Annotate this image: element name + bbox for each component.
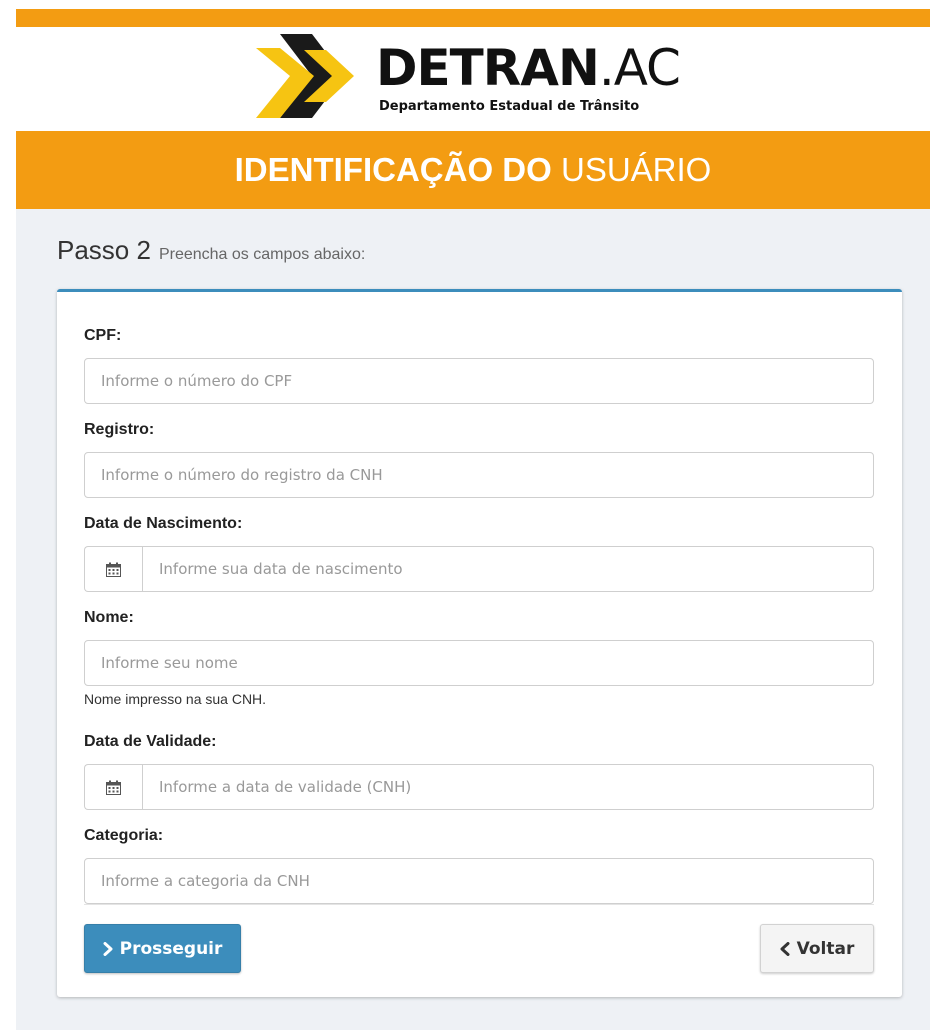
categoria-label: Categoria:	[84, 827, 164, 844]
brand-name-suffix: .AC	[598, 39, 681, 97]
nome-field-group: Nome:	[84, 608, 874, 686]
form-panel: CPF: Registro: Data de Nascimento:	[57, 289, 902, 997]
header-logo-area: DETRAN.AC Departamento Estadual de Trâns…	[16, 27, 930, 131]
validade-label: Data de Validade:	[84, 733, 217, 750]
nome-label: Nome:	[84, 609, 134, 626]
calendar-icon[interactable]	[84, 764, 142, 810]
nascimento-input[interactable]	[142, 546, 874, 592]
nome-help-text: Nome impresso na sua CNH.	[84, 691, 267, 707]
form-divider	[84, 904, 874, 905]
registro-field-group: Registro:	[84, 420, 874, 498]
page-banner: IDENTIFICAÇÃO DO USUÁRIO	[16, 131, 930, 209]
calendar-icon[interactable]	[84, 546, 142, 592]
prosseguir-button[interactable]: Prosseguir	[84, 924, 241, 973]
registro-input[interactable]	[84, 452, 874, 498]
calendar-icon-glyph	[106, 562, 121, 577]
registro-label: Registro:	[84, 421, 155, 438]
page: DETRAN.AC Departamento Estadual de Trâns…	[16, 9, 930, 1030]
banner-title-light: USUÁRIO	[560, 151, 712, 188]
detran-chevron-logo-icon	[256, 34, 354, 118]
voltar-label: Voltar	[796, 938, 855, 959]
chevron-left-icon	[780, 941, 790, 956]
chevron-right-icon	[103, 941, 113, 956]
validade-input[interactable]	[142, 764, 874, 810]
categoria-field-group: Categoria:	[84, 826, 874, 904]
cpf-field-group: CPF:	[84, 326, 874, 404]
step-subtitle: Preencha os campos abaixo:	[158, 246, 366, 263]
calendar-icon-glyph	[106, 780, 121, 795]
cpf-input[interactable]	[84, 358, 874, 404]
cpf-label: CPF:	[84, 327, 122, 344]
step-heading: Passo 2 Preencha os campos abaixo:	[57, 235, 365, 266]
categoria-input[interactable]	[84, 858, 874, 904]
validade-input-group	[84, 764, 874, 810]
nascimento-field-group: Data de Nascimento:	[84, 514, 874, 592]
top-accent-strip	[16, 9, 930, 27]
step-title: Passo 2	[57, 235, 151, 265]
brand-name-bold: DETRAN	[376, 39, 600, 97]
voltar-button[interactable]: Voltar	[760, 924, 874, 973]
banner-title-bold: IDENTIFICAÇÃO DO	[234, 151, 552, 188]
nascimento-input-group	[84, 546, 874, 592]
nascimento-label: Data de Nascimento:	[84, 515, 243, 532]
brand-subtitle: Departamento Estadual de Trânsito	[379, 99, 640, 114]
nome-input[interactable]	[84, 640, 874, 686]
prosseguir-label: Prosseguir	[119, 938, 223, 959]
brand-name: DETRAN.AC	[376, 39, 681, 97]
validade-field-group: Data de Validade:	[84, 732, 874, 810]
